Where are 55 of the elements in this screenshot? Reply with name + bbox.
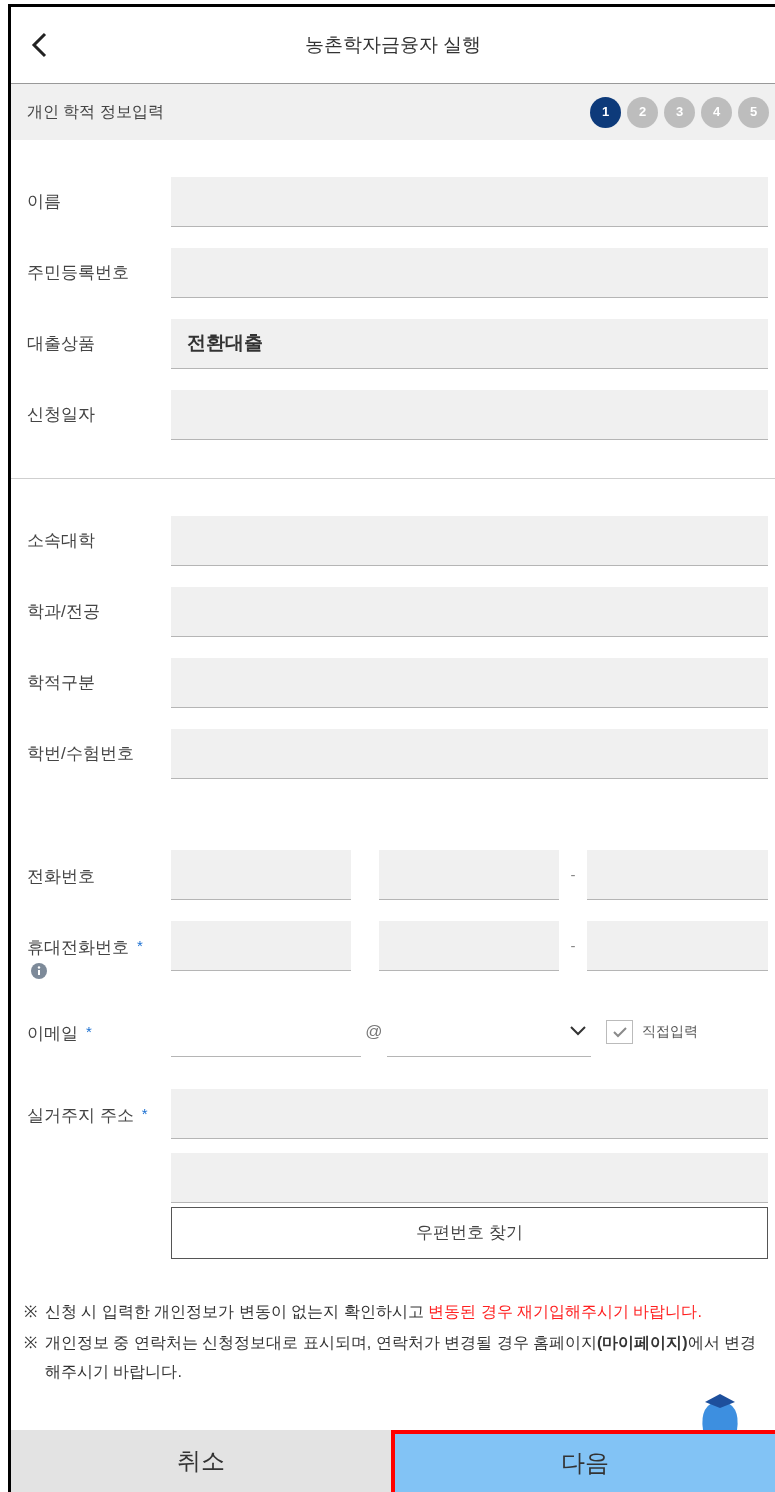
- field-label: 주민등록번호: [27, 262, 129, 285]
- chevron-down-icon: [569, 1025, 587, 1037]
- separator: -: [569, 935, 577, 956]
- input-field[interactable]: [587, 850, 768, 900]
- input-field[interactable]: [171, 390, 768, 440]
- step-indicator: 3: [664, 96, 695, 128]
- notice-text: 개인정보 중 연락처는 신청정보대로 표시되며, 연락처가 변경될 경우 홈페이지(마이페이지)에서 변경해주시기 바랍니다.: [45, 1332, 758, 1382]
- field-label: 학과/전공: [27, 601, 100, 624]
- input-field[interactable]: [171, 850, 351, 900]
- input-field[interactable]: [171, 921, 351, 971]
- required-mark: *: [137, 936, 143, 956]
- note-mark: ※: [24, 1332, 37, 1353]
- field-label: 전화번호: [27, 866, 95, 888]
- input-field[interactable]: [171, 658, 768, 708]
- field-label: 신청일자: [27, 404, 95, 427]
- field-label: 대출상품: [27, 333, 95, 356]
- input-field[interactable]: [171, 248, 768, 298]
- check-icon: [611, 1025, 628, 1038]
- info-icon[interactable]: [31, 962, 47, 979]
- input-field[interactable]: [171, 1088, 768, 1139]
- input-field[interactable]: [171, 1152, 768, 1203]
- input-field[interactable]: 전환대출: [171, 319, 768, 369]
- note-mark: ※: [24, 1301, 37, 1322]
- field-label: 학적구분: [27, 672, 95, 695]
- input-field[interactable]: [171, 177, 768, 227]
- step-indicator: 5: [738, 96, 769, 128]
- input-field[interactable]: [379, 921, 559, 971]
- required-mark: *: [86, 1021, 92, 1042]
- field-label: 학번/수험번호: [27, 743, 134, 766]
- checkbox-label: 직접입력: [642, 1022, 698, 1041]
- field-label: 소속대학: [27, 530, 95, 553]
- field-label: 실거주지 주소: [27, 1104, 134, 1127]
- section-title: 개인 학적 정보입력: [27, 102, 164, 122]
- field-value: 전환대출: [187, 331, 263, 356]
- checkbox[interactable]: [606, 1019, 633, 1044]
- cancel-button[interactable]: 취소: [11, 1430, 391, 1492]
- field-label: 이름: [27, 191, 61, 214]
- input-field[interactable]: [171, 516, 768, 566]
- notice-text: 신청 시 입력한 개인정보가 변동이 없는지 확인하시고 변동된 경우 재기입해주시기 바랍니다.: [45, 1301, 702, 1322]
- step-indicator: 4: [701, 96, 732, 128]
- separator: -: [569, 864, 577, 885]
- field-label: 이메일: [27, 1022, 78, 1045]
- step-indicator: 1: [590, 96, 621, 128]
- input-field[interactable]: [587, 921, 768, 971]
- input-field[interactable]: [171, 587, 768, 637]
- at-sign: @: [364, 1020, 384, 1043]
- postcode-search-button[interactable]: 우편번호 찾기: [171, 1206, 768, 1259]
- input-field[interactable]: [379, 850, 559, 900]
- back-icon[interactable]: [29, 32, 49, 58]
- window-title: 농촌학자금융자 실행: [304, 32, 482, 57]
- next-button[interactable]: 다음: [391, 1430, 775, 1492]
- field-label: 휴대전화번호: [27, 937, 129, 959]
- step-indicator: 2: [627, 96, 658, 128]
- input-field[interactable]: [171, 729, 768, 779]
- required-mark: *: [141, 1103, 148, 1124]
